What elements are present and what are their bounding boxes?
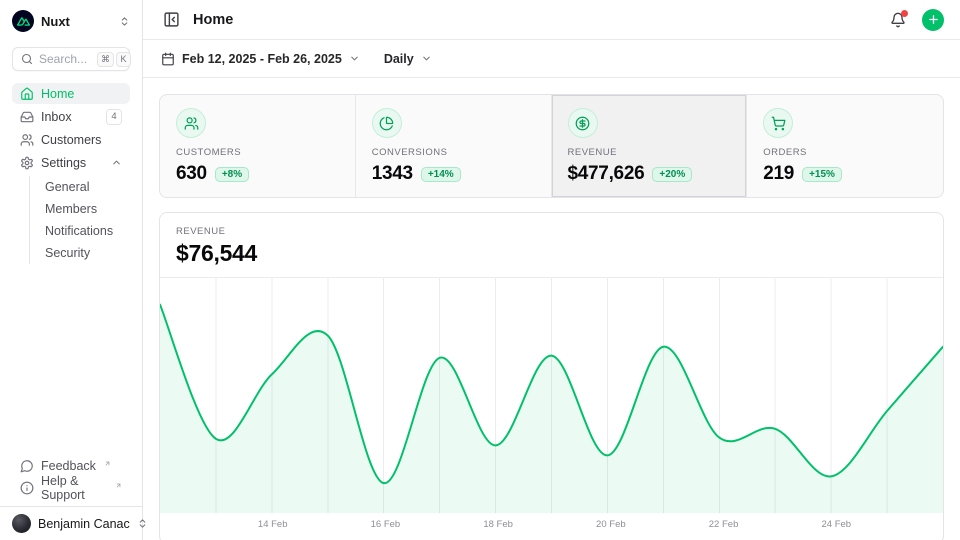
stat-value: 630 — [176, 163, 207, 185]
sidebar-item-label: Settings — [41, 156, 86, 170]
stat-card-revenue[interactable]: REVENUE $477,626 +20% — [552, 95, 748, 197]
revenue-chart-svg — [160, 278, 943, 513]
sidebar: Nuxt ⌘ K Home Inbox 4 — [0, 0, 143, 540]
kbd-meta: ⌘ — [97, 52, 114, 67]
revenue-chart-header: REVENUE $76,544 — [160, 213, 943, 277]
shopping-cart-icon — [763, 108, 793, 138]
header-actions — [886, 8, 944, 32]
nuxt-logo-icon — [12, 10, 34, 32]
search-input-wrap[interactable]: ⌘ K — [12, 47, 130, 71]
x-axis-tick-label: 20 Feb — [596, 519, 626, 530]
chart-metric-label: REVENUE — [176, 226, 927, 237]
search-icon — [21, 53, 33, 65]
help-support-link[interactable]: Help & Support — [12, 477, 130, 499]
sidebar-item-inbox[interactable]: Inbox 4 — [12, 106, 130, 127]
notifications-button[interactable] — [886, 8, 910, 32]
search-shortcut: ⌘ K — [97, 52, 131, 67]
chart-pie-icon — [372, 108, 402, 138]
x-axis-tick-label: 22 Feb — [709, 519, 739, 530]
gear-icon — [20, 156, 34, 170]
sidebar-nav: Home Inbox 4 Customers Settings Ge — [12, 83, 130, 266]
sidebar-item-label: Customers — [41, 133, 101, 147]
stat-value: 1343 — [372, 163, 413, 185]
stat-label: CONVERSIONS — [372, 147, 535, 158]
sidebar-item-members[interactable]: Members — [41, 198, 130, 219]
message-circle-icon — [20, 459, 34, 473]
notification-dot — [901, 10, 908, 17]
stat-card-orders[interactable]: ORDERS 219 +15% — [747, 95, 943, 197]
external-link-arrow-icon — [115, 482, 122, 489]
user-menu[interactable]: Benjamin Canac — [0, 506, 142, 540]
home-icon — [20, 87, 34, 101]
granularity-value: Daily — [384, 52, 414, 66]
revenue-area-chart[interactable] — [160, 277, 943, 512]
footer-link-label: Help & Support — [41, 474, 107, 502]
kbd-k: K — [116, 52, 131, 67]
revenue-chart-card: REVENUE $76,544 14 Feb 16 Feb 18 Feb 20 Feb… — [159, 212, 944, 540]
granularity-select[interactable]: Daily — [382, 48, 434, 70]
stat-label: REVENUE — [568, 147, 731, 158]
panel-left-close-icon — [163, 11, 180, 28]
plus-icon — [927, 13, 940, 26]
external-link-arrow-icon — [104, 460, 111, 467]
chevrons-up-down-icon — [137, 518, 148, 529]
user-avatar — [12, 514, 31, 533]
workspace-switcher[interactable]: Nuxt — [12, 8, 130, 34]
chevrons-up-down-icon — [119, 16, 130, 27]
page-title: Home — [193, 12, 233, 28]
main-area: Home Feb 12, 2025 - Feb 26, 2025 — [143, 0, 960, 540]
inbox-icon — [20, 110, 34, 124]
add-button[interactable] — [922, 9, 944, 31]
stat-card-customers[interactable]: CUSTOMERS 630 +8% — [160, 95, 356, 197]
settings-sub-list: General Members Notifications Security — [29, 176, 130, 264]
calendar-icon — [161, 52, 175, 66]
sidebar-item-general[interactable]: General — [41, 176, 130, 197]
footer-link-label: Feedback — [41, 459, 96, 473]
x-axis-tick-label: 14 Feb — [258, 519, 288, 530]
stats-row: CUSTOMERS 630 +8% CONVERSIONS 1343 +14% — [159, 94, 944, 198]
chevron-up-icon — [111, 157, 122, 168]
date-range-picker[interactable]: Feb 12, 2025 - Feb 26, 2025 — [159, 48, 362, 70]
stat-change-badge: +15% — [802, 167, 842, 182]
sidebar-collapse-button[interactable] — [159, 8, 183, 32]
inbox-count-badge: 4 — [106, 109, 122, 125]
search-input[interactable] — [39, 52, 91, 66]
stat-value: $477,626 — [568, 163, 645, 185]
info-circle-icon — [20, 481, 34, 495]
sidebar-item-settings[interactable]: Settings — [12, 152, 130, 173]
page-header: Home — [143, 0, 960, 40]
stat-card-conversions[interactable]: CONVERSIONS 1343 +14% — [356, 95, 552, 197]
chart-x-axis: 14 Feb 16 Feb 18 Feb 20 Feb 22 Feb 24 Feb — [160, 512, 943, 538]
users-icon — [176, 108, 206, 138]
filters-toolbar: Feb 12, 2025 - Feb 26, 2025 Daily — [143, 40, 960, 78]
sidebar-item-notifications[interactable]: Notifications — [41, 220, 130, 241]
chevron-down-icon — [349, 53, 360, 64]
chevron-down-icon — [421, 53, 432, 64]
sidebar-footer-links: Feedback Help & Support — [12, 455, 130, 506]
sidebar-item-customers[interactable]: Customers — [12, 129, 130, 150]
x-axis-tick-label: 18 Feb — [483, 519, 513, 530]
stat-change-badge: +20% — [652, 167, 692, 182]
stat-value: 219 — [763, 163, 794, 185]
x-axis-tick-label: 16 Feb — [371, 519, 401, 530]
sidebar-item-security[interactable]: Security — [41, 242, 130, 263]
sidebar-item-home[interactable]: Home — [12, 83, 130, 104]
circle-dollar-icon — [568, 108, 598, 138]
x-axis-tick-label: 24 Feb — [821, 519, 851, 530]
date-range-value: Feb 12, 2025 - Feb 26, 2025 — [182, 52, 342, 66]
sidebar-item-label: Inbox — [41, 110, 72, 124]
sidebar-spacer — [12, 266, 130, 455]
stat-label: ORDERS — [763, 147, 927, 158]
stat-change-badge: +8% — [215, 167, 249, 182]
chart-metric-total: $76,544 — [176, 240, 927, 267]
user-name: Benjamin Canac — [38, 517, 130, 531]
sidebar-item-label: Home — [41, 87, 74, 101]
stat-label: CUSTOMERS — [176, 147, 339, 158]
brand-name: Nuxt — [41, 14, 70, 29]
stat-change-badge: +14% — [421, 167, 461, 182]
users-icon — [20, 133, 34, 147]
page-content: CUSTOMERS 630 +8% CONVERSIONS 1343 +14% — [143, 78, 960, 540]
